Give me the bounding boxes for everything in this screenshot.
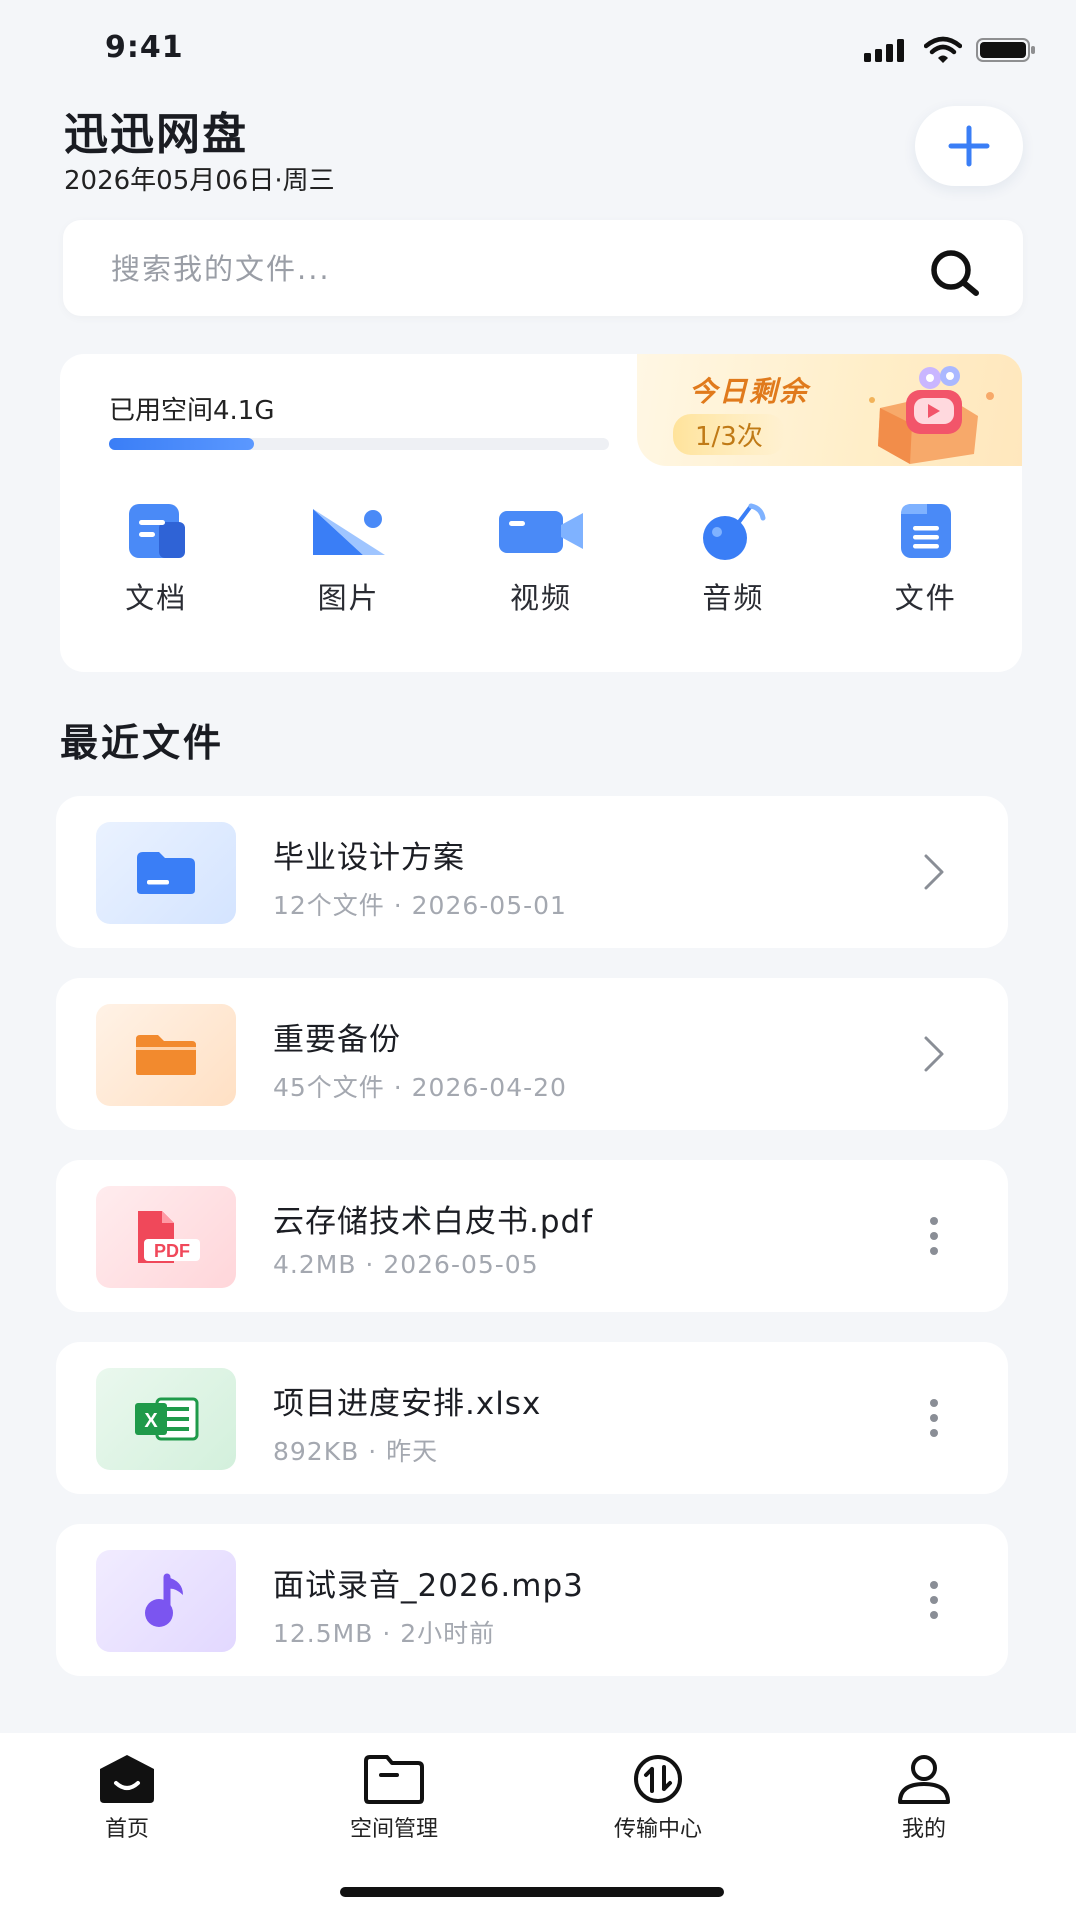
tab-label: 首页 [104, 1817, 149, 1842]
folder-orange-icon [136, 1035, 196, 1075]
more-icon [930, 1217, 938, 1255]
category-video[interactable]: 视频 [445, 499, 637, 617]
file-thumbnail [96, 1004, 236, 1106]
more-button[interactable] [914, 1210, 954, 1262]
file-icon [900, 504, 951, 558]
chevron-right-icon [924, 854, 944, 890]
tab-label: 空间管理 [349, 1817, 438, 1842]
file-meta: 892KB · 昨天 [273, 1437, 439, 1466]
storage-progress [109, 438, 609, 450]
category-label: 视频 [509, 581, 572, 615]
more-icon [930, 1399, 938, 1437]
category-row: 文档 图片 视频 音频 文件 [60, 499, 1022, 617]
category-audio[interactable]: 音频 [637, 499, 829, 617]
file-meta: 45个文件 · 2026-04-20 [273, 1073, 567, 1102]
category-label: 文档 [125, 581, 188, 615]
tab-label: 我的 [901, 1817, 946, 1842]
file-meta: 12.5MB · 2小时前 [273, 1619, 496, 1648]
file-name: 面试录音_2026.mp3 [273, 1568, 584, 1604]
file-thumbnail [96, 1550, 236, 1652]
tab-space-manage[interactable]: 空间管理 [304, 1753, 484, 1843]
header-date: 2026年05月06日·周三 [64, 166, 335, 196]
file-thumbnail [96, 822, 236, 924]
status-icons [864, 36, 1036, 64]
status-time: 9:41 [105, 30, 184, 65]
user-icon [898, 1755, 950, 1804]
plus-icon [948, 125, 990, 167]
daily-promo-banner[interactable]: 今日剩余 1/3次 [637, 354, 1022, 466]
bottom-tab-bar: 首页 空间管理 传输中心 我的 [0, 1733, 1076, 1913]
file-name: 云存储技术白皮书.pdf [273, 1204, 594, 1240]
list-item[interactable]: 毕业设计方案 12个文件 · 2026-05-01 [56, 796, 1008, 948]
wifi-icon [924, 36, 962, 63]
list-item[interactable]: 面试录音_2026.mp3 12.5MB · 2小时前 [56, 1524, 1008, 1676]
more-button[interactable] [914, 1392, 954, 1444]
music-icon [145, 1573, 183, 1627]
file-thumbnail: PDF [96, 1186, 236, 1288]
search-input[interactable] [109, 220, 893, 318]
file-meta: 12个文件 · 2026-05-01 [273, 891, 567, 920]
pdf-icon: PDF [138, 1211, 200, 1263]
home-icon [100, 1755, 154, 1803]
tab-transfer[interactable]: 传输中心 [568, 1753, 748, 1843]
gift-box-icon [869, 366, 994, 464]
category-file[interactable]: 文件 [830, 499, 1022, 617]
storage-card: 已用空间4.1G 今日剩余 1/3次 文档 图片 视频 音频 文件 [60, 354, 1022, 672]
file-meta: 4.2MB · 2026-05-05 [273, 1250, 539, 1279]
category-label: 音频 [702, 581, 765, 615]
category-label: 文件 [894, 581, 957, 615]
excel-icon: X [135, 1397, 199, 1441]
tab-home[interactable]: 首页 [37, 1753, 217, 1843]
used-space-label: 已用空间4.1G [109, 396, 275, 426]
chevron-right-button[interactable] [914, 1028, 954, 1080]
battery-icon [976, 38, 1035, 62]
app-title: 迅迅网盘 [64, 109, 248, 160]
file-thumbnail: X [96, 1368, 236, 1470]
add-button[interactable] [915, 106, 1023, 186]
category-label: 图片 [317, 581, 380, 615]
home-indicator [340, 1887, 724, 1897]
document-icon [129, 504, 186, 558]
category-document[interactable]: 文档 [60, 499, 252, 617]
file-name: 重要备份 [273, 1022, 401, 1058]
svg-text:PDF: PDF [154, 1241, 190, 1261]
promo-count: 1/3次 [673, 414, 785, 455]
image-icon [312, 509, 385, 555]
more-button[interactable] [914, 1574, 954, 1626]
tab-label: 传输中心 [613, 1817, 702, 1842]
search-icon[interactable] [927, 246, 981, 300]
chevron-right-button[interactable] [914, 846, 954, 898]
tab-profile[interactable]: 我的 [834, 1753, 1014, 1843]
folder-blue-icon [137, 852, 195, 894]
more-icon [930, 1581, 938, 1619]
transfer-icon [634, 1755, 682, 1803]
audio-icon [703, 503, 766, 560]
storage-progress-fill [109, 438, 254, 450]
recent-files-title: 最近文件 [60, 721, 225, 765]
search-bar[interactable] [63, 220, 1023, 318]
list-item[interactable]: 重要备份 45个文件 · 2026-04-20 [56, 978, 1008, 1130]
svg-text:X: X [144, 1410, 158, 1432]
file-name: 毕业设计方案 [273, 840, 465, 876]
chevron-right-icon [924, 1036, 944, 1072]
video-icon [498, 511, 583, 553]
list-item[interactable]: X 项目进度安排.xlsx 892KB · 昨天 [56, 1342, 1008, 1494]
category-image[interactable]: 图片 [252, 499, 444, 617]
list-item[interactable]: PDF 云存储技术白皮书.pdf 4.2MB · 2026-05-05 [56, 1160, 1008, 1312]
signal-icon [864, 39, 904, 62]
file-name: 项目进度安排.xlsx [273, 1386, 542, 1422]
folder-manage-icon [364, 1755, 424, 1804]
promo-title: 今日剩余 [689, 375, 810, 408]
